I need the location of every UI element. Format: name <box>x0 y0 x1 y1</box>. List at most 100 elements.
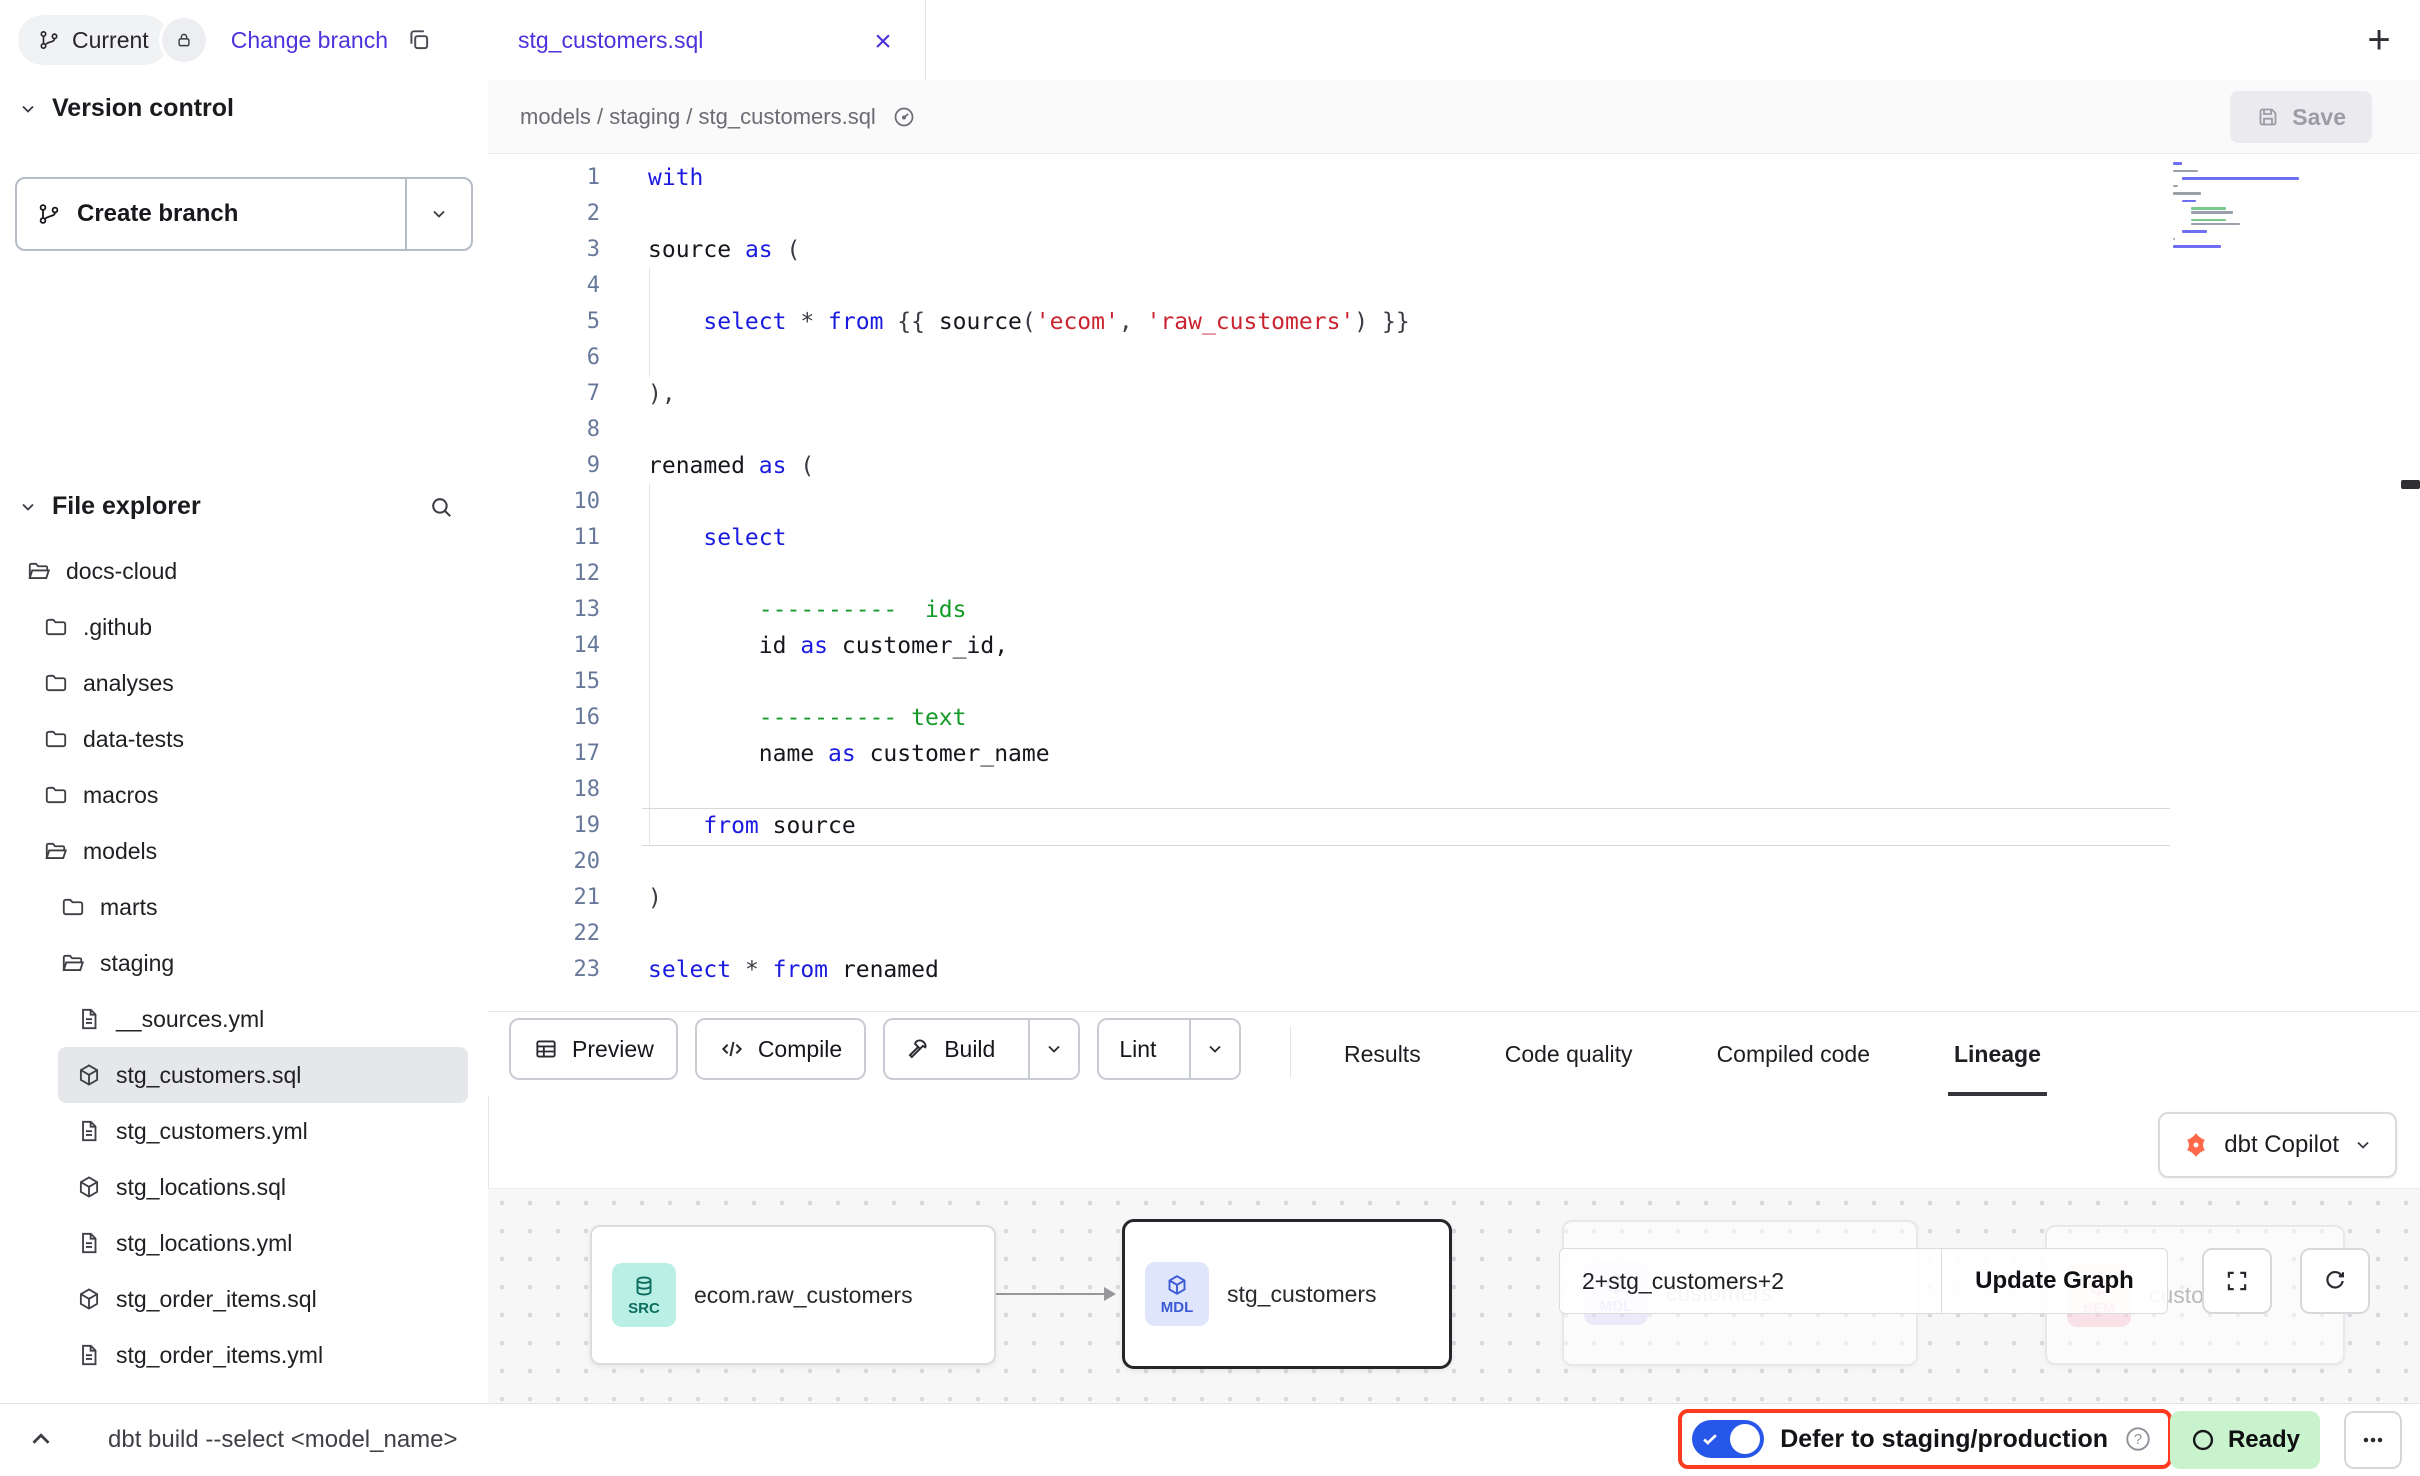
code-line-17[interactable]: 17 name as customer_name <box>488 736 2420 772</box>
tree-item--sources-yml[interactable]: __sources.yml <box>0 991 488 1047</box>
code-line-7[interactable]: 7), <box>488 376 2420 412</box>
code-editor[interactable]: 1with23source as (45 select * from {{ so… <box>488 154 2420 1011</box>
code-line-13[interactable]: 13 ---------- ids <box>488 592 2420 628</box>
code-line-10[interactable]: 10 <box>488 484 2420 520</box>
file-explorer: File explorer docs-cloud.githubanalyses d… <box>0 478 488 1404</box>
code-line-14[interactable]: 14 id as customer_id, <box>488 628 2420 664</box>
source-badge: SRC <box>612 1263 676 1327</box>
tree-item-label: stg_order_items.yml <box>116 1342 323 1369</box>
code-line-2[interactable]: 2 <box>488 196 2420 232</box>
code-line-15[interactable]: 15 <box>488 664 2420 700</box>
code-line-11[interactable]: 11 select <box>488 520 2420 556</box>
tree-item-data-tests[interactable]: data-tests <box>0 711 488 767</box>
lint-button[interactable]: Lint <box>1097 1018 1241 1080</box>
tab-stg-customers-sql[interactable]: stg_customers.sql × <box>488 0 926 80</box>
lint-main[interactable]: Lint <box>1099 1020 1176 1078</box>
tree-item-macros[interactable]: macros <box>0 767 488 823</box>
lint-options-caret[interactable] <box>1189 1020 1239 1078</box>
toolbar-divider <box>1290 1026 1291 1078</box>
preview-button[interactable]: Preview <box>509 1018 678 1080</box>
tree-item-stg-customers-sql[interactable]: stg_customers.sql <box>58 1047 468 1103</box>
tab-code-quality[interactable]: Code quality <box>1499 1012 1639 1096</box>
code-line-6[interactable]: 6 <box>488 340 2420 376</box>
search-icon[interactable] <box>428 494 454 520</box>
more-options-button[interactable] <box>2344 1411 2402 1469</box>
update-graph-button[interactable]: Update Graph <box>1941 1248 2168 1314</box>
lineage-selector-input[interactable] <box>1559 1248 1941 1314</box>
close-tab-icon[interactable]: × <box>871 22 895 59</box>
tab-results[interactable]: Results <box>1338 1012 1427 1096</box>
line-text: ) <box>600 880 662 916</box>
create-branch-caret[interactable] <box>405 179 471 249</box>
tree-item-stg-locations-sql[interactable]: stg_locations.sql <box>0 1159 488 1215</box>
tree-item-label: __sources.yml <box>116 1006 264 1033</box>
collapse-panel-icon[interactable] <box>26 1424 56 1454</box>
build-command-text[interactable]: dbt build --select <model_name> <box>108 1404 458 1476</box>
copilot-label: dbt Copilot <box>2224 1131 2339 1159</box>
code-line-18[interactable]: 18 <box>488 772 2420 808</box>
line-text <box>600 916 648 952</box>
lineage-node-source[interactable]: SRC ecom.raw_customers <box>590 1225 996 1365</box>
dbt-copilot-button[interactable]: dbt Copilot <box>2158 1112 2397 1178</box>
new-tab-button[interactable]: + <box>2364 0 2394 80</box>
code-line-21[interactable]: 21) <box>488 880 2420 916</box>
tree-item-analyses[interactable]: analyses <box>0 655 488 711</box>
line-text <box>600 340 648 376</box>
scrollbar-thumb[interactable] <box>2401 480 2420 489</box>
build-button[interactable]: Build <box>883 1018 1080 1080</box>
tree-item-docs-cloud[interactable]: docs-cloud <box>0 543 488 599</box>
lineage-canvas[interactable]: SRC ecom.raw_customers MDL stg_customers… <box>488 1188 2420 1404</box>
line-number: 20 <box>488 844 600 880</box>
tree-item-label: data-tests <box>83 726 184 753</box>
code-line-4[interactable]: 4 <box>488 268 2420 304</box>
code-line-8[interactable]: 8 <box>488 412 2420 448</box>
tree-item-stg-order-items-yml[interactable]: stg_order_items.yml <box>0 1327 488 1383</box>
tree-item-label: macros <box>83 782 158 809</box>
code-line-16[interactable]: 16 ---------- text <box>488 700 2420 736</box>
build-main[interactable]: Build <box>885 1020 1015 1078</box>
lineage-node-stg-customers[interactable]: MDL stg_customers <box>1122 1219 1452 1369</box>
create-branch-button[interactable]: Create branch <box>15 177 473 251</box>
save-button[interactable]: Save <box>2230 91 2372 143</box>
change-branch-link[interactable]: Change branch <box>231 27 388 54</box>
tree-item-staging[interactable]: staging <box>0 935 488 991</box>
code-line-9[interactable]: 9renamed as ( <box>488 448 2420 484</box>
code-line-19[interactable]: 19 from source <box>488 808 2420 844</box>
defer-toggle[interactable] <box>1692 1420 1764 1458</box>
fullscreen-button[interactable] <box>2202 1248 2272 1314</box>
create-branch-main[interactable]: Create branch <box>17 179 405 249</box>
compile-button[interactable]: Compile <box>695 1018 866 1080</box>
line-number: 12 <box>488 556 600 592</box>
tree-item--github[interactable]: .github <box>0 599 488 655</box>
tree-item-label: stg_customers.yml <box>116 1118 308 1145</box>
tab-compiled-code[interactable]: Compiled code <box>1711 1012 1876 1096</box>
tree-item-stg-locations-yml[interactable]: stg_locations.yml <box>0 1215 488 1271</box>
code-line-1[interactable]: 1with <box>488 160 2420 196</box>
code-line-5[interactable]: 5 select * from {{ source('ecom', 'raw_c… <box>488 304 2420 340</box>
tree-item-models[interactable]: models <box>0 823 488 879</box>
line-number: 19 <box>488 808 600 844</box>
tree-item-stg-customers-yml[interactable]: stg_customers.yml <box>0 1103 488 1159</box>
current-branch-pill[interactable]: Current <box>18 15 169 65</box>
code-line-23[interactable]: 23select * from renamed <box>488 952 2420 988</box>
gauge-icon[interactable] <box>892 105 916 129</box>
line-text: select * from renamed <box>600 952 939 988</box>
file-explorer-header[interactable]: File explorer <box>0 478 488 535</box>
build-options-caret[interactable] <box>1028 1020 1078 1078</box>
tree-item-stg-order-items-sql[interactable]: stg_order_items.sql <box>0 1271 488 1327</box>
version-control-header[interactable]: Version control <box>0 80 488 137</box>
code-line-12[interactable]: 12 <box>488 556 2420 592</box>
help-icon[interactable]: ? <box>2124 1425 2152 1453</box>
code-line-3[interactable]: 3source as ( <box>488 232 2420 268</box>
copy-icon[interactable] <box>406 27 432 53</box>
current-branch-label: Current <box>72 27 149 54</box>
tree-item-marts[interactable]: marts <box>0 879 488 935</box>
code-line-20[interactable]: 20 <box>488 844 2420 880</box>
refresh-button[interactable] <box>2300 1248 2370 1314</box>
dbt-logo-icon <box>2182 1131 2210 1159</box>
minimap[interactable] <box>2173 162 2303 249</box>
line-number: 7 <box>488 376 600 412</box>
model-icon <box>76 1062 102 1088</box>
tab-lineage[interactable]: Lineage <box>1948 1012 2047 1096</box>
code-line-22[interactable]: 22 <box>488 916 2420 952</box>
